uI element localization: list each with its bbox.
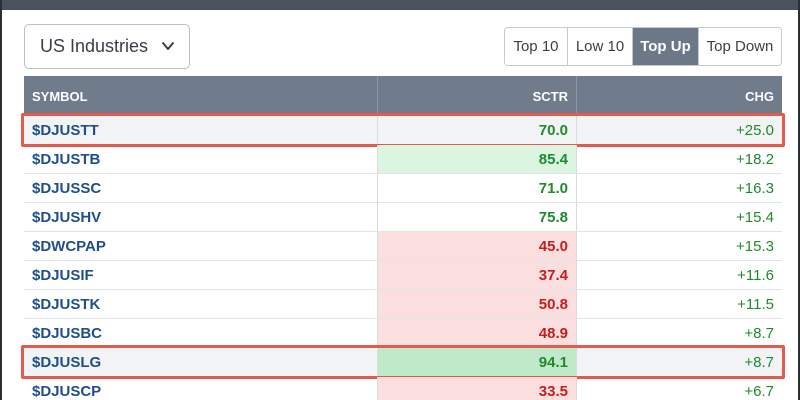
table-row[interactable]: $DJUSLG 94.1 +8.7	[21, 345, 785, 379]
sctr-cell: 94.1	[377, 348, 576, 376]
column-header-sctr[interactable]: SCTR	[377, 76, 576, 116]
sctr-cell: 70.0	[377, 116, 576, 144]
table-row[interactable]: $DJUSCP 33.5 +6.7	[24, 377, 782, 400]
chg-cell: +25.0	[576, 116, 782, 144]
symbol-cell[interactable]: $DJUSSC	[24, 174, 377, 202]
sctr-cell: 75.8	[377, 203, 576, 231]
chg-cell: +8.7	[576, 348, 782, 376]
sctr-cell: 33.5	[377, 377, 576, 400]
symbol-cell[interactable]: $DJUSIF	[24, 261, 377, 289]
column-header-chg[interactable]: CHG	[576, 76, 782, 116]
sctr-cell: 37.4	[377, 261, 576, 289]
table-row[interactable]: $DJUSIF 37.4 +11.6	[24, 261, 782, 290]
table-row[interactable]: $DJUSSC 71.0 +16.3	[24, 174, 782, 203]
table-row[interactable]: $DJUSTT 70.0 +25.0	[21, 113, 785, 147]
symbol-cell[interactable]: $DJUSCP	[24, 377, 377, 400]
chg-cell: +8.7	[576, 319, 782, 347]
symbol-cell[interactable]: $DJUSTB	[24, 145, 377, 173]
industry-dropdown-label: US Industries	[40, 36, 149, 56]
symbol-cell[interactable]: $DJUSTT	[24, 116, 377, 144]
app-frame: US Industries Top 10 Low 10 Top Up Top D…	[0, 0, 800, 400]
table-row[interactable]: $DWCPAP 45.0 +15.3	[24, 232, 782, 261]
table-header: SYMBOL SCTR CHG	[24, 76, 782, 116]
sctr-cell: 48.9	[377, 319, 576, 347]
chg-cell: +11.6	[576, 261, 782, 289]
sctr-cell: 45.0	[377, 232, 576, 260]
chevron-down-icon	[162, 42, 174, 50]
industry-dropdown[interactable]: US Industries	[24, 24, 190, 69]
filter-tab-group: Top 10 Low 10 Top Up Top Down	[504, 27, 782, 66]
chg-cell: +16.3	[576, 174, 782, 202]
chg-cell: +15.4	[576, 203, 782, 231]
symbol-cell[interactable]: $DJUSBC	[24, 319, 377, 347]
table-row[interactable]: $DJUSTB 85.4 +18.2	[24, 145, 782, 174]
sctr-cell: 85.4	[377, 145, 576, 173]
chg-cell: +11.5	[576, 290, 782, 318]
column-header-symbol[interactable]: SYMBOL	[24, 76, 377, 116]
tab-top-10[interactable]: Top 10	[505, 28, 567, 65]
tab-top-down[interactable]: Top Down	[698, 28, 781, 65]
chg-cell: +18.2	[576, 145, 782, 173]
top-bar	[2, 0, 798, 10]
symbol-cell[interactable]: $DJUSHV	[24, 203, 377, 231]
chg-cell: +15.3	[576, 232, 782, 260]
table-row[interactable]: $DJUSTK 50.8 +11.5	[24, 290, 782, 319]
symbol-cell[interactable]: $DWCPAP	[24, 232, 377, 260]
sctr-cell: 50.8	[377, 290, 576, 318]
table-row[interactable]: $DJUSHV 75.8 +15.4	[24, 203, 782, 232]
sctr-cell: 71.0	[377, 174, 576, 202]
symbol-cell[interactable]: $DJUSLG	[24, 348, 377, 376]
chg-cell: +6.7	[576, 377, 782, 400]
symbol-cell[interactable]: $DJUSTK	[24, 290, 377, 318]
table-row[interactable]: $DJUSBC 48.9 +8.7	[24, 319, 782, 348]
industries-table: SYMBOL SCTR CHG $DJUSTT 70.0 +25.0 $DJUS…	[21, 76, 785, 400]
tab-low-10[interactable]: Low 10	[567, 28, 632, 65]
tab-top-up[interactable]: Top Up	[632, 28, 698, 65]
